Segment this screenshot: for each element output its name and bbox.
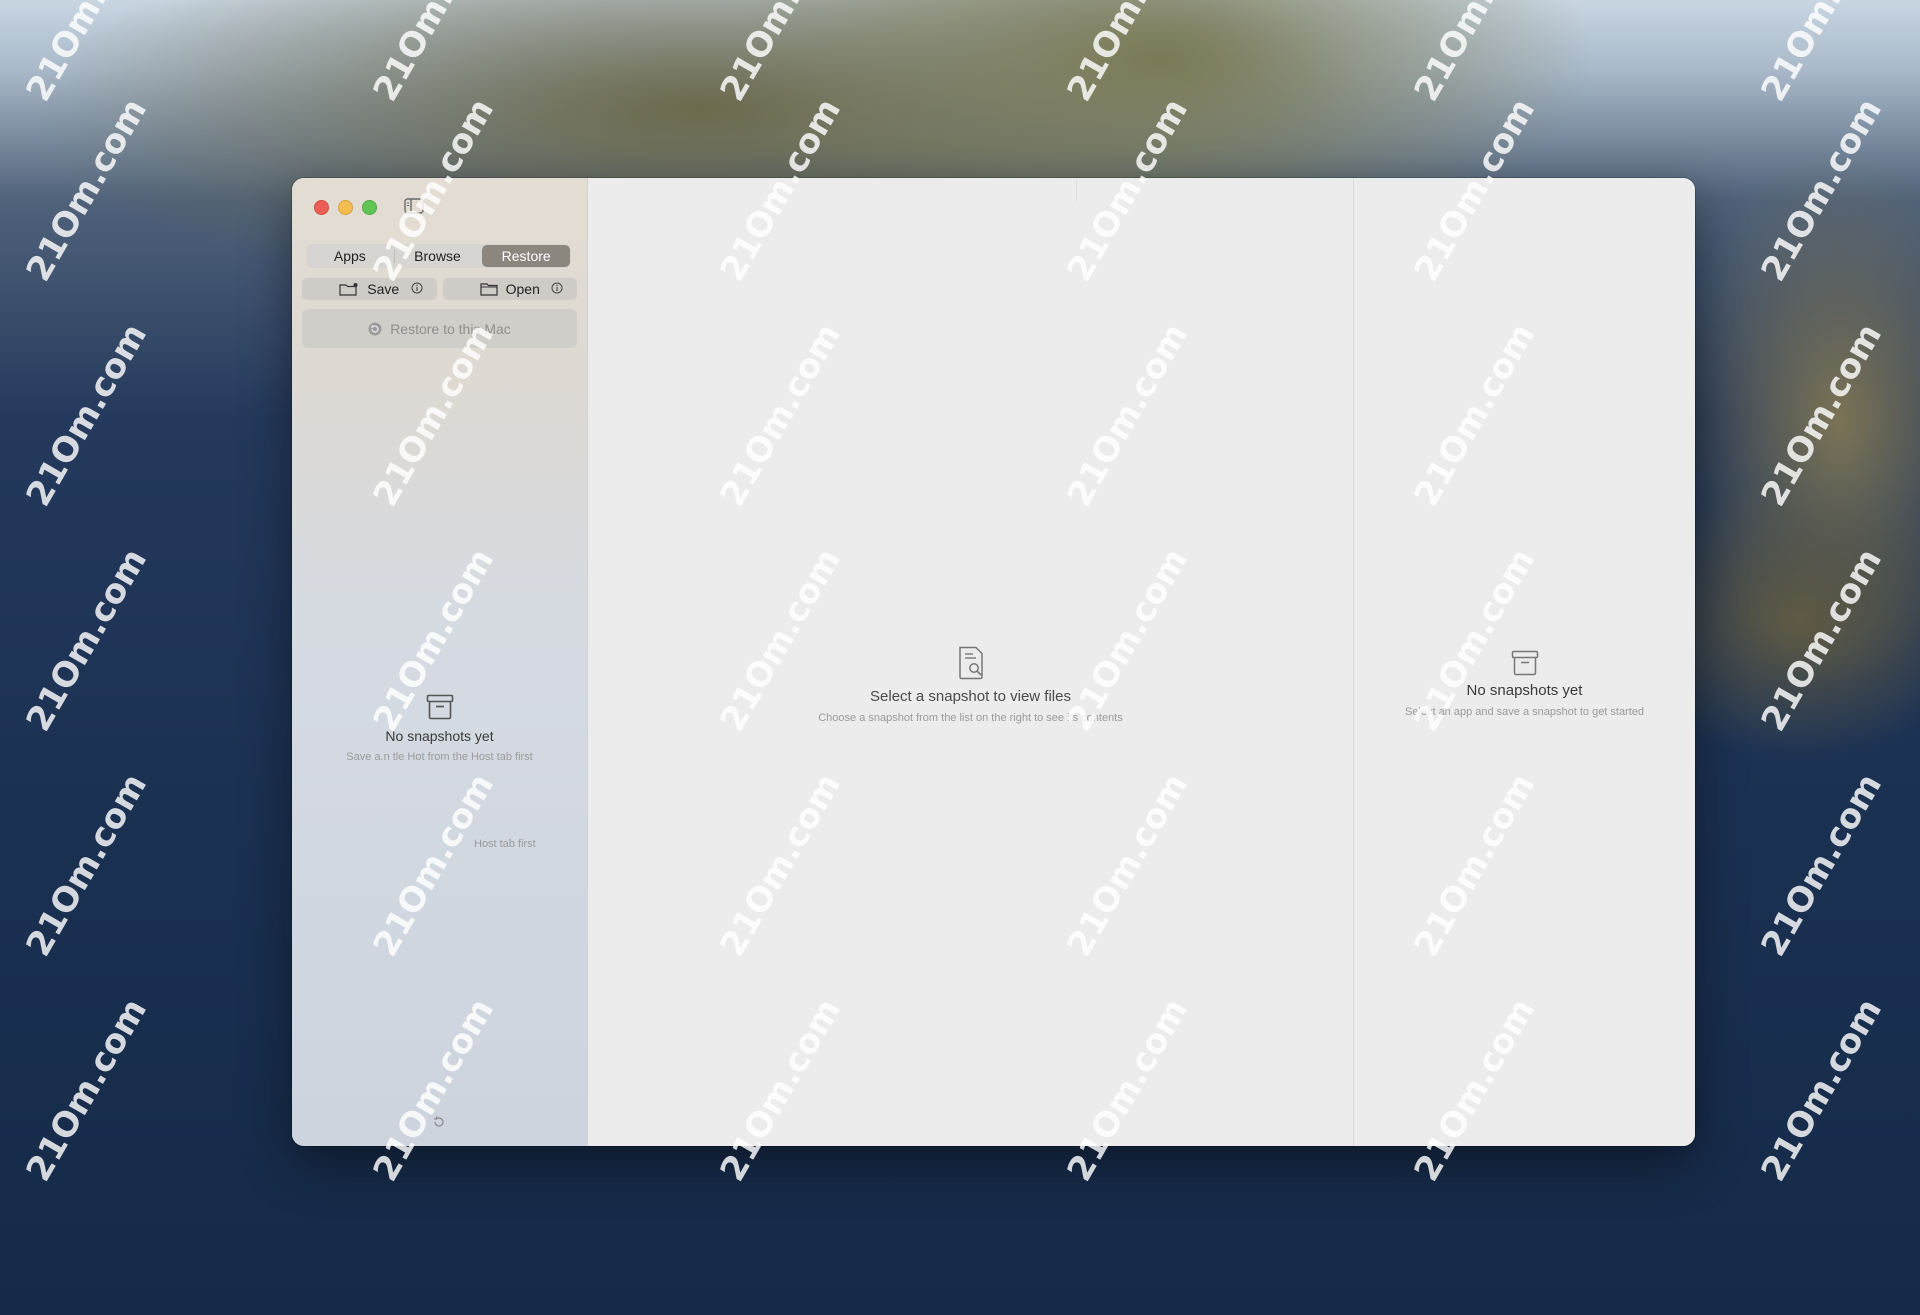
watermark-text: 21Om.com — [18, 0, 155, 109]
watermark-text: 21Om.com — [18, 991, 155, 1189]
watermark-text: 21Om.com — [1406, 0, 1543, 109]
save-label: Save — [367, 281, 400, 297]
app-window: Apps Browse Restore Save Open Restore to… — [292, 178, 1695, 1146]
watermark-text: 21Om.com — [18, 316, 155, 514]
watermark-text: 21Om.com — [365, 0, 502, 109]
main-empty-title: Select a snapshot to view files — [870, 688, 1071, 705]
tab-browse[interactable]: Browse — [393, 244, 482, 268]
detail-empty-state: No snapshots yet Select an app and save … — [1354, 650, 1695, 718]
snapshot-actions: Save Open — [302, 278, 577, 300]
main-empty-state: Select a snapshot to view files Choose a… — [588, 646, 1353, 724]
watermark-text: 21Om.com — [712, 0, 849, 109]
restore-to-mac-button[interactable]: Restore to this Mac — [302, 309, 577, 348]
folder-icon — [480, 283, 498, 296]
restore-icon — [368, 322, 382, 335]
save-button[interactable]: Save — [302, 278, 437, 300]
minimize-window-button[interactable] — [338, 200, 353, 215]
refresh-icon[interactable] — [432, 1115, 446, 1129]
folder-badge-icon — [339, 283, 358, 296]
document-search-icon — [958, 646, 983, 680]
hint-text: Host tab first — [474, 838, 536, 850]
maximize-window-button[interactable] — [362, 200, 377, 215]
watermark-text: 21Om.com — [1753, 91, 1890, 289]
watermark-text: 21Om.com — [1753, 541, 1890, 739]
info-icon[interactable] — [411, 282, 423, 294]
open-label: Open — [505, 281, 540, 297]
archive-box-icon — [426, 694, 453, 720]
empty-title: No snapshots yet — [385, 728, 494, 744]
file-content-pane: Select a snapshot to view files Choose a… — [588, 178, 1353, 1146]
watermark-text: 21Om.com — [18, 91, 155, 289]
watermark-text: 21Om.com — [1753, 766, 1890, 964]
tab-restore[interactable]: Restore — [482, 245, 571, 267]
watermark-text: 21Om.com — [1753, 991, 1890, 1189]
detail-empty-title: No snapshots yet — [1466, 682, 1583, 699]
detail-empty-subtitle: Select an app and save a snapshot to get… — [1404, 706, 1645, 718]
sidebar: Apps Browse Restore Save Open Restore to… — [292, 178, 588, 1146]
info-icon[interactable] — [551, 282, 563, 294]
empty-subtitle: Save a.n tle Hot from the Host tab first — [346, 751, 533, 763]
window-controls — [314, 200, 377, 215]
main-empty-subtitle: Choose a snapshot from the list on the r… — [818, 712, 1123, 724]
divider — [1076, 178, 1077, 202]
archive-box-icon — [1511, 650, 1538, 676]
open-button[interactable]: Open — [442, 278, 577, 300]
close-window-button[interactable] — [314, 200, 329, 215]
watermark-text: 21Om.com — [18, 766, 155, 964]
watermark-text: 21Om.com — [1753, 316, 1890, 514]
sidebar-empty-state: No snapshots yet Save a.n tle Hot from t… — [292, 694, 587, 763]
mode-tabs: Apps Browse Restore — [306, 244, 571, 268]
watermark-text: 21Om.com — [1753, 0, 1890, 109]
watermark-text: 21Om.com — [18, 541, 155, 739]
snapshot-list-pane: No snapshots yet Select an app and save … — [1353, 178, 1695, 1146]
restore-label: Restore to this Mac — [390, 320, 511, 337]
tab-apps[interactable]: Apps — [306, 244, 394, 268]
watermark-text: 21Om.com — [1059, 0, 1196, 109]
sidebar-toggle-icon[interactable] — [404, 198, 424, 214]
